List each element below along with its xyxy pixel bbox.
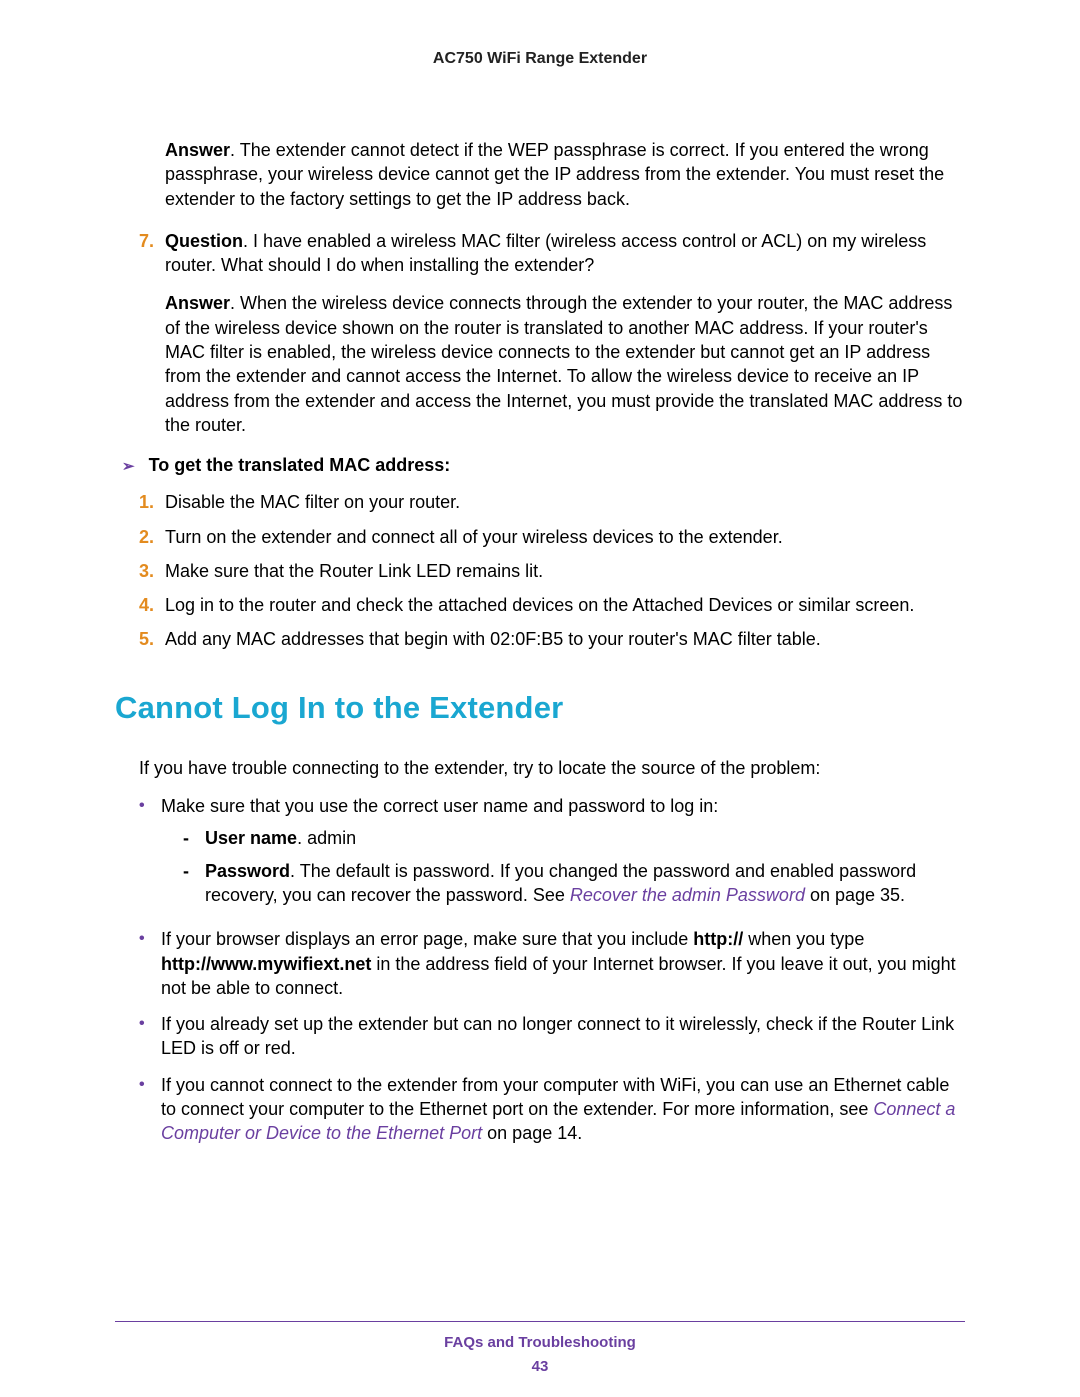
step-text: Turn on the extender and connect all of … [165,525,965,549]
step-number: 5. [139,627,165,651]
bullet-text: Make sure that you use the correct user … [161,796,718,816]
recover-password-link[interactable]: Recover the admin Password [570,885,805,905]
dash-icon: - [183,859,205,908]
answer-text: . The extender cannot detect if the WEP … [165,140,944,209]
step-1: 1. Disable the MAC filter on your router… [139,490,965,514]
arrow-icon: ➢ [122,457,135,475]
step-text: Disable the MAC filter on your router. [165,490,965,514]
step-number: 3. [139,559,165,583]
answer-7: Answer. When the wireless device connect… [165,291,965,437]
answer-text: . When the wireless device connects thro… [165,293,962,434]
step-3: 3. Make sure that the Router Link LED re… [139,559,965,583]
step-text: Log in to the router and check the attac… [165,593,965,617]
question-text: . I have enabled a wireless MAC filter (… [165,231,926,275]
bullet-icon: • [139,1012,161,1061]
sub-bullet-username: - User name. admin [183,826,965,850]
step-4: 4. Log in to the router and check the at… [139,593,965,617]
bullet-icon: • [139,927,161,1000]
b4-post: on page 14. [482,1123,582,1143]
bullet-icon: • [139,794,161,915]
b3-text: If you already set up the extender but c… [161,1012,965,1061]
section-heading: Cannot Log In to the Extender [115,690,965,726]
question-label: Question [165,231,243,251]
footer-section: FAQs and Troubleshooting [0,1334,1080,1351]
answer-label: Answer [165,140,230,160]
procedure-heading: ➢ To get the translated MAC address: [122,455,965,476]
password-label: Password [205,861,290,881]
password-post: on page 35. [805,885,905,905]
sub-bullet-password: - Password. The default is password. If … [183,859,965,908]
footer-page-number: 43 [0,1358,1080,1375]
b2-pre: If your browser displays an error page, … [161,929,693,949]
step-number: 1. [139,490,165,514]
step-number: 4. [139,593,165,617]
step-text: Add any MAC addresses that begin with 02… [165,627,965,651]
step-number: 2. [139,525,165,549]
b2-mid: when you type [743,929,864,949]
bullet-1: • Make sure that you use the correct use… [139,794,965,915]
answer-6: Answer. The extender cannot detect if th… [165,138,965,211]
bullet-list: • Make sure that you use the correct use… [139,794,965,1146]
username-text: . admin [297,828,356,848]
procedure-title: To get the translated MAC address: [149,455,451,476]
b2-bold1: http:// [693,929,743,949]
bullet-icon: • [139,1073,161,1146]
dash-icon: - [183,826,205,850]
question-7: 7. Question. I have enabled a wireless M… [139,229,965,278]
procedure-steps: 1. Disable the MAC filter on your router… [139,490,965,651]
username-label: User name [205,828,297,848]
bullet-2: • If your browser displays an error page… [139,927,965,1000]
step-5: 5. Add any MAC addresses that begin with… [139,627,965,651]
bullet-4: • If you cannot connect to the extender … [139,1073,965,1146]
b2-bold2: http://www.mywifiext.net [161,954,371,974]
answer-label: Answer [165,293,230,313]
question-number: 7. [139,229,165,278]
step-text: Make sure that the Router Link LED remai… [165,559,965,583]
section-intro: If you have trouble connecting to the ex… [139,756,965,780]
footer-rule [115,1321,965,1322]
bullet-3: • If you already set up the extender but… [139,1012,965,1061]
step-2: 2. Turn on the extender and connect all … [139,525,965,549]
document-header: AC750 WiFi Range Extender [115,50,965,68]
document-page: AC750 WiFi Range Extender Answer. The ex… [0,0,1080,1397]
b4-pre: If you cannot connect to the extender fr… [161,1075,949,1119]
